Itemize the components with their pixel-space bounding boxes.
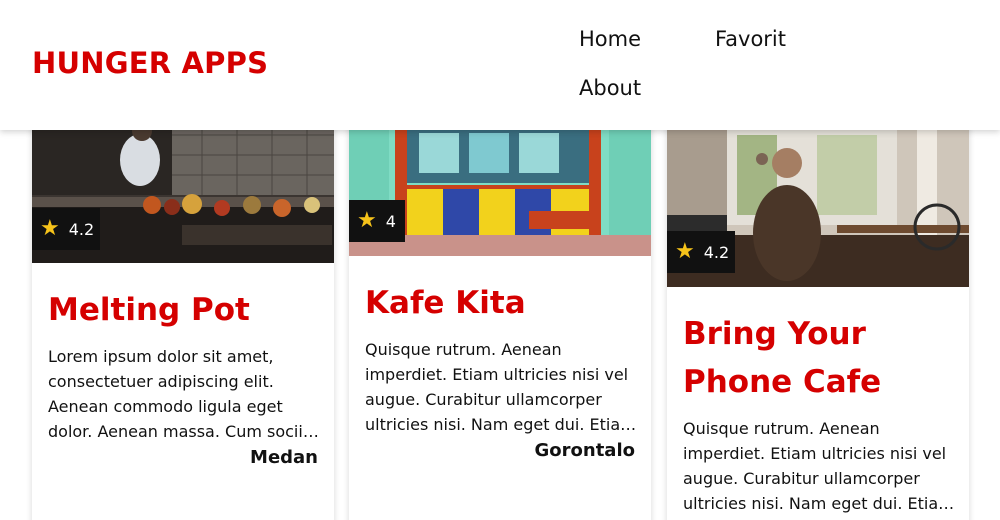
rating-value: 4.2: [703, 242, 730, 262]
restaurant-card[interactable]: ★ 4.2 Bring Your Phone Cafe Quisque rutr…: [667, 115, 969, 520]
nav-link-about[interactable]: About: [579, 76, 641, 100]
restaurant-description: Quisque rutrum. Aenean imperdiet. Etiam …: [683, 419, 954, 513]
nav-link-favorit[interactable]: Favorit: [715, 27, 786, 51]
restaurant-name[interactable]: Kafe Kita: [365, 279, 640, 327]
rating-value: 4: [385, 211, 396, 231]
rating-badge: ★ 4.2: [667, 231, 735, 273]
restaurant-name[interactable]: Melting Pot: [48, 286, 323, 334]
star-icon: ★: [357, 208, 377, 233]
restaurant-description: Lorem ipsum dolor sit amet, consectetuer…: [48, 347, 312, 441]
restaurant-description: Quisque rutrum. Aenean imperdiet. Etiam …: [365, 340, 636, 434]
rating-badge: ★ 4.2: [32, 208, 100, 250]
brand-logo[interactable]: HUNGER APPS: [32, 46, 268, 80]
rating-value: 4.2: [68, 219, 95, 239]
app-header: HUNGER APPS Home Favorit About: [0, 0, 1000, 130]
rating-badge: ★ 4: [349, 200, 405, 242]
star-icon: ★: [675, 239, 695, 264]
restaurant-card[interactable]: ★ 4.2 Melting Pot Lorem ipsum dolor sit …: [32, 115, 334, 520]
restaurant-card[interactable]: ★ 4 Kafe Kita Quisque rutrum. Aenean imp…: [349, 115, 651, 520]
restaurant-city: Medan: [250, 447, 318, 468]
restaurant-name[interactable]: Bring Your Phone Cafe: [683, 310, 958, 406]
nav-link-home[interactable]: Home: [579, 27, 641, 51]
star-icon: ★: [40, 216, 60, 241]
restaurant-city: Gorontalo: [534, 440, 636, 461]
